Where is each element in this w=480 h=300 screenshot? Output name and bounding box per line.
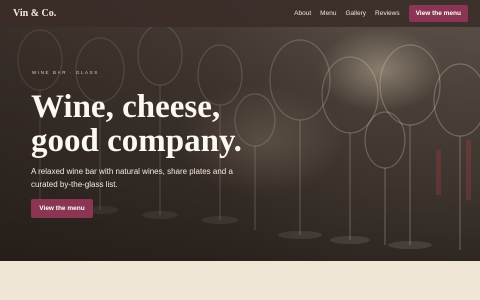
nav-link-menu[interactable]: Menu [320, 10, 336, 17]
hero-headline-line-2: good company. [31, 123, 242, 159]
nav-links: About Menu Gallery Reviews View the menu [294, 5, 468, 22]
nav-link-reviews[interactable]: Reviews [375, 10, 400, 17]
brand-logo[interactable]: Vin & Co. [13, 8, 56, 19]
hero-headline-line-1: Wine, cheese, [31, 89, 221, 125]
hero-section: Wine bar · glass Wine, cheese, good comp… [0, 0, 480, 261]
below-fold-section [0, 261, 480, 300]
hero-subtext: A relaxed wine bar with natural wines, s… [31, 167, 233, 189]
hero-eyebrow: Wine bar · glass [32, 70, 99, 75]
hero-view-menu-button[interactable]: View the menu [31, 199, 93, 218]
nav-link-gallery[interactable]: Gallery [345, 10, 366, 17]
hero-headline: Wine, cheese, good company. [31, 90, 331, 158]
nav-link-about[interactable]: About [294, 10, 311, 17]
nav-view-menu-button[interactable]: View the menu [408, 5, 468, 22]
top-navbar: Vin & Co. About Menu Gallery Reviews Vie… [0, 0, 480, 27]
